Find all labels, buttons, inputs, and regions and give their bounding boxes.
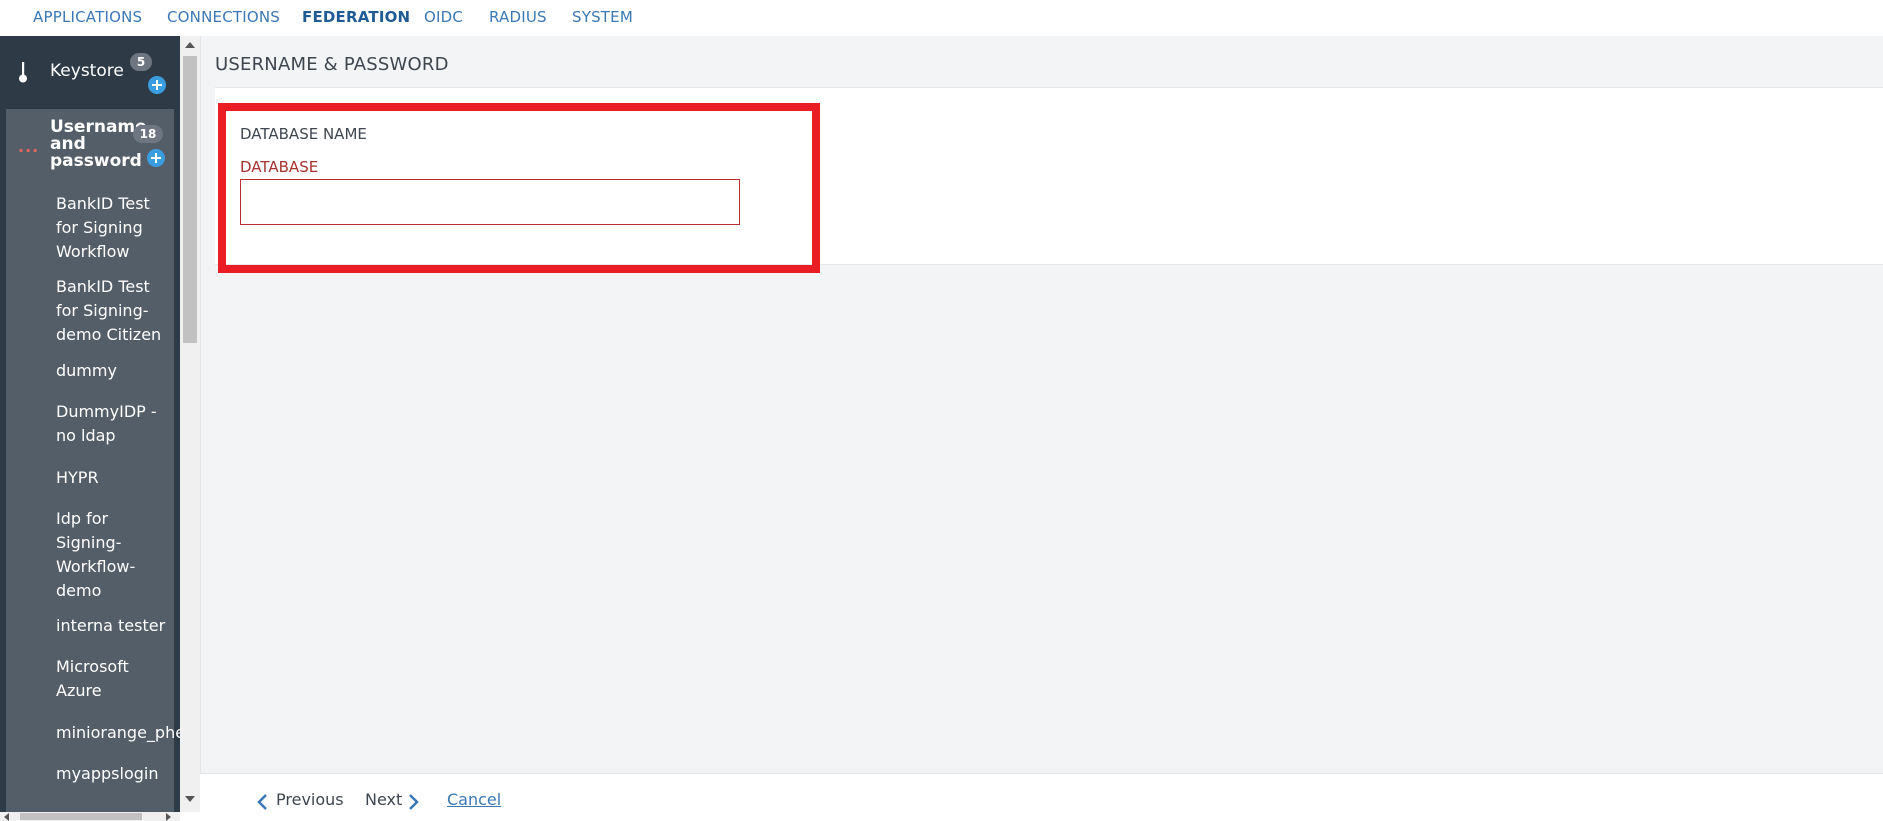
sidebar-horizontal-scrollbar[interactable]	[0, 812, 180, 821]
section-label: DATABASE NAME	[240, 125, 367, 143]
tab-radius[interactable]: RADIUS	[489, 8, 547, 26]
scrollbar-thumb[interactable]	[183, 56, 197, 343]
list-item[interactable]: interna tester	[56, 614, 165, 638]
scroll-right-icon[interactable]	[166, 813, 171, 821]
chevron-left-icon	[257, 794, 267, 810]
list-item[interactable]: myappslogin	[56, 762, 158, 786]
scroll-up-icon[interactable]	[185, 42, 195, 48]
scroll-left-icon[interactable]	[4, 813, 9, 821]
add-connection-button[interactable]	[147, 149, 165, 167]
database-input[interactable]	[240, 179, 740, 225]
list-item[interactable]: DummyIDP - no ldap	[56, 400, 157, 448]
list-item[interactable]: HYPR	[56, 466, 99, 490]
tab-system[interactable]: SYSTEM	[572, 8, 633, 26]
tab-applications[interactable]: APPLICATIONS	[33, 8, 142, 26]
cancel-link[interactable]: Cancel	[447, 790, 501, 809]
page-title: USERNAME & PASSWORD	[215, 54, 449, 75]
count-badge: 18	[133, 125, 163, 143]
sidebar-group-username-password: ··· Username and password 18 BankID Test…	[6, 109, 180, 812]
count-badge: 5	[130, 53, 152, 71]
more-icon[interactable]: ···	[18, 141, 39, 160]
next-button[interactable]: Next	[365, 790, 402, 809]
tab-federation[interactable]: FEDERATION	[302, 8, 410, 26]
sidebar-container: Keystore 5 ··· Username and password 18 …	[0, 36, 200, 821]
sidebar-vertical-scrollbar[interactable]	[180, 36, 200, 812]
tab-oidc[interactable]: OIDC	[424, 8, 463, 26]
tab-connections[interactable]: CONNECTIONS	[167, 8, 280, 26]
sidebar-group-title[interactable]: Username and password	[50, 119, 147, 170]
top-navigation: APPLICATIONS CONNECTIONS FEDERATION OIDC…	[0, 0, 1883, 36]
scrollbar-thumb[interactable]	[20, 813, 142, 820]
list-item[interactable]: miniorange_phen	[56, 721, 180, 745]
database-field-label: DATABASE	[240, 158, 319, 176]
chevron-right-icon	[409, 794, 419, 810]
list-item[interactable]: dummy	[56, 359, 117, 383]
list-item[interactable]: BankID Test for Signing Workflow	[56, 192, 150, 264]
list-item[interactable]: BankID Test for Signing-demo Citizen	[56, 275, 161, 347]
key-icon	[19, 62, 27, 83]
scroll-down-icon[interactable]	[185, 796, 195, 802]
add-keystore-button[interactable]	[148, 76, 166, 94]
sidebar: Keystore 5 ··· Username and password 18 …	[0, 36, 180, 812]
list-item[interactable]: Idp for Signing- Workflow-demo	[56, 507, 135, 603]
list-item[interactable]: Microsoft Azure	[56, 655, 129, 703]
sidebar-item-keystore[interactable]: Keystore 5	[0, 36, 180, 106]
wizard-footer: Previous Next Cancel	[200, 773, 1883, 821]
previous-button[interactable]: Previous	[276, 790, 344, 809]
sidebar-item-label: Keystore	[50, 61, 124, 81]
